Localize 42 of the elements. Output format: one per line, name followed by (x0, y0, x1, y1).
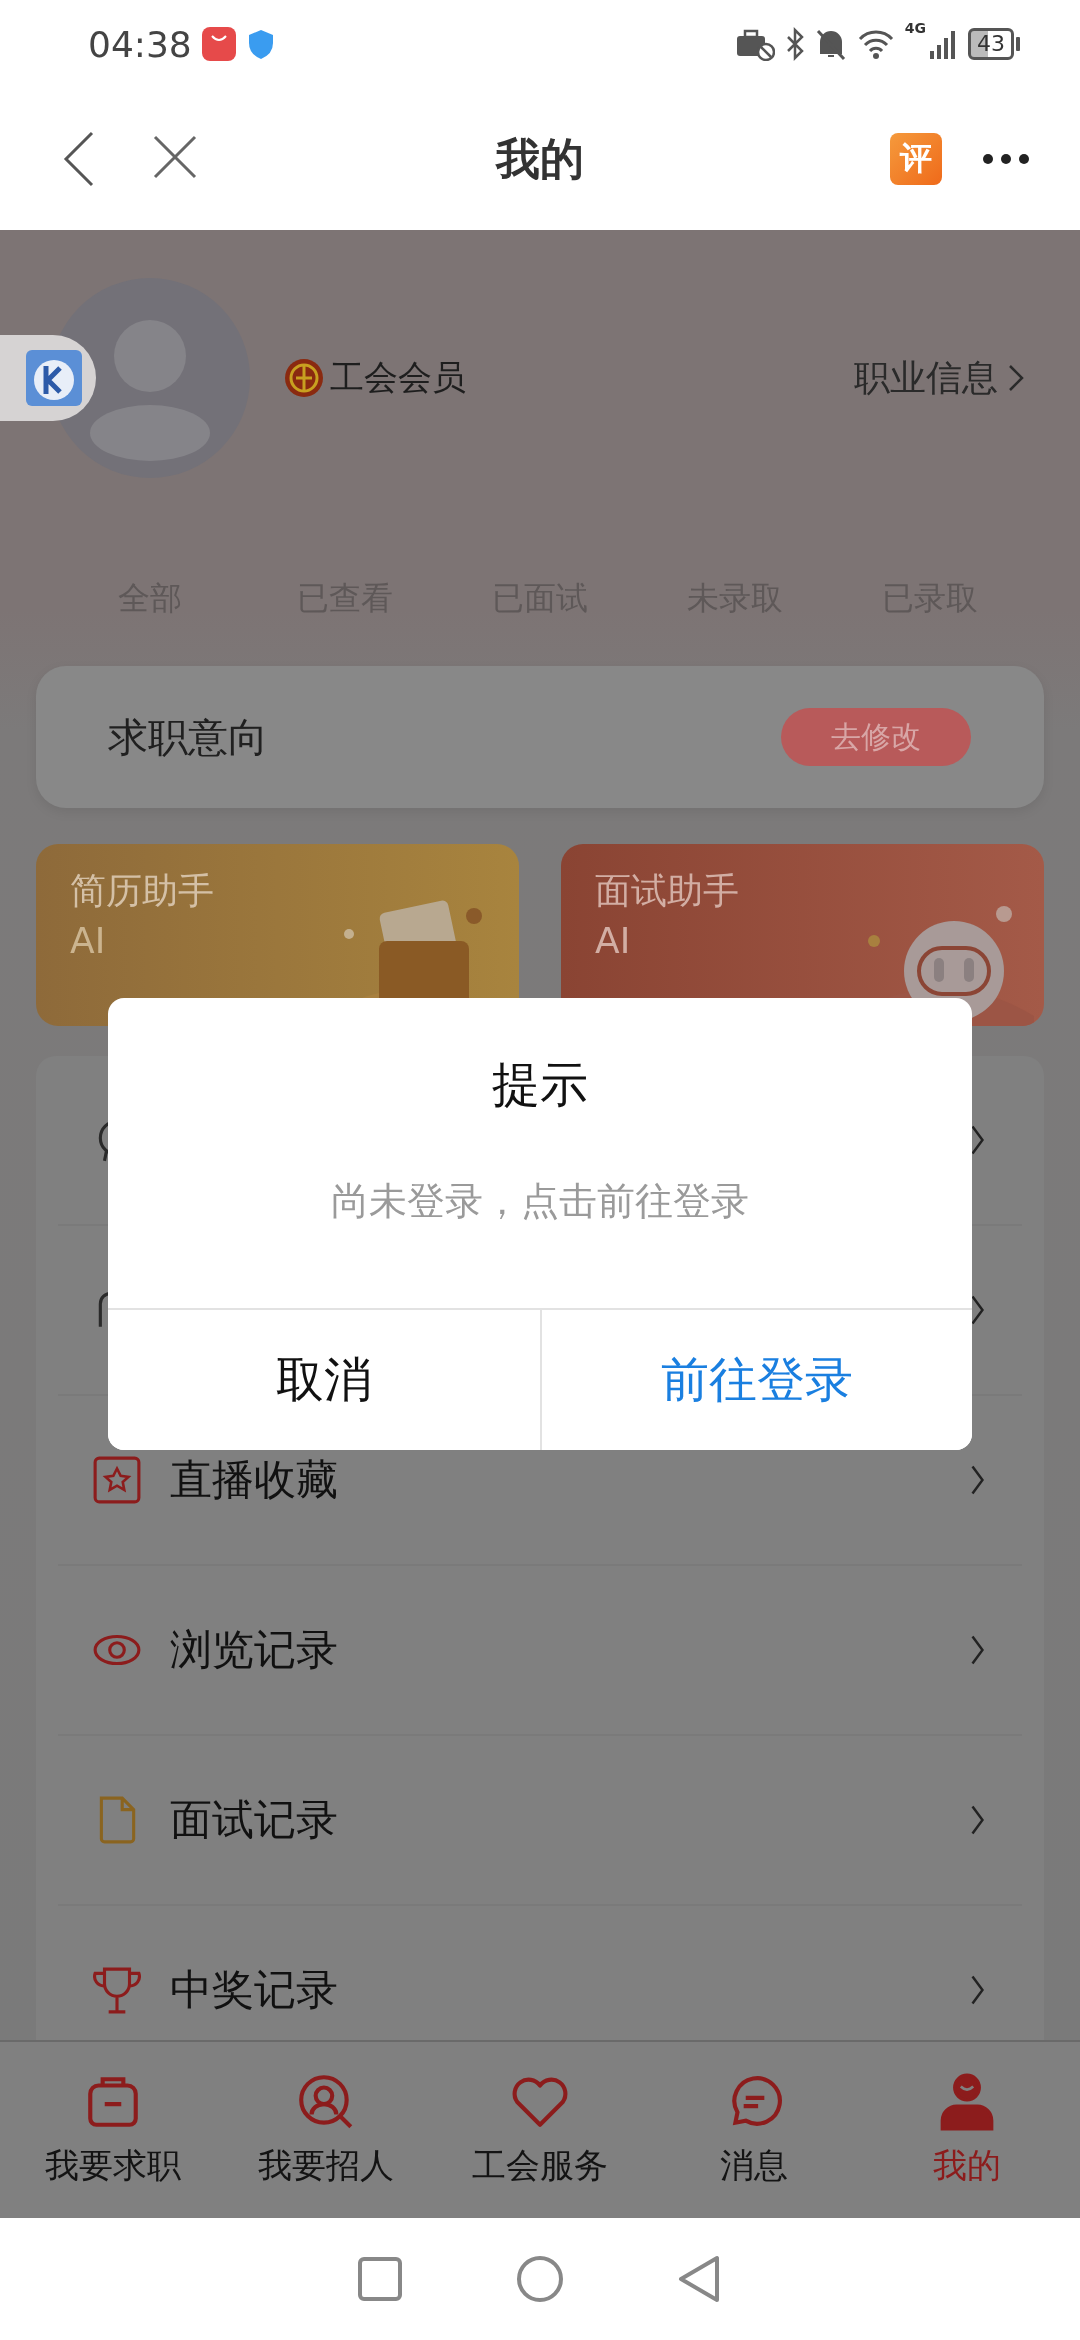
briefcase-off-icon (734, 27, 775, 61)
recents-button[interactable] (355, 2254, 405, 2304)
assistant-subtitle: AI (595, 919, 632, 963)
dialog-title: 提示 (491, 1055, 589, 1114)
menu-item[interactable]: 中奖记录 (170, 1962, 338, 2018)
nav-tab[interactable]: 消息 (646, 2042, 861, 2218)
app-store-icon (201, 27, 236, 61)
dialog-button[interactable]: 前往登录 (540, 1310, 972, 1450)
chevron-icon (971, 1975, 984, 2005)
member-label: 工会会员 (330, 356, 466, 399)
union-emblem-icon (284, 358, 324, 398)
app-logo (26, 350, 82, 406)
network-type: 4G (904, 20, 926, 36)
menu-item[interactable]: 面试记录 (170, 1792, 338, 1848)
chevron-icon (971, 1125, 984, 1155)
chevron-icon (971, 1465, 984, 1495)
career-info-link[interactable]: 职业信息 (854, 353, 1024, 403)
job-intention-label: 求职意向 (108, 712, 268, 762)
floating-app-button[interactable] (0, 335, 96, 421)
home-button[interactable] (515, 2254, 565, 2304)
menu-item[interactable]: 直播收藏 (170, 1452, 338, 1508)
assistant-title: 简历助手 (70, 869, 215, 913)
assistant-title: 面试助手 (595, 869, 740, 913)
assistant-subtitle: AI (70, 919, 107, 963)
chevron-icon (1008, 364, 1024, 392)
status-time: 04:38 (88, 23, 192, 65)
nav-tab[interactable]: 我要招人 (219, 2042, 434, 2218)
page-title: 我的 (496, 131, 584, 186)
nav-tab[interactable]: 我要求职 (6, 2042, 220, 2218)
nav-tab[interactable]: 工会服务 (433, 2042, 647, 2218)
bell-off-icon (814, 27, 847, 61)
edit-button[interactable]: 去修改 (781, 708, 971, 766)
chevron-icon (971, 1805, 984, 1835)
nav-tab[interactable]: 我的 (860, 2042, 1074, 2218)
review-button[interactable]: 评 (890, 133, 942, 185)
trophy-icon (92, 1965, 142, 2015)
bluetooth-icon (784, 27, 805, 61)
chevron-icon (971, 1295, 984, 1325)
dialog-message: 尚未登录，点击前往登录 (330, 1178, 750, 1225)
chevron-icon (971, 1635, 984, 1665)
more-icon[interactable] (982, 152, 1030, 166)
menu-item[interactable]: 浏览记录 (170, 1622, 338, 1678)
